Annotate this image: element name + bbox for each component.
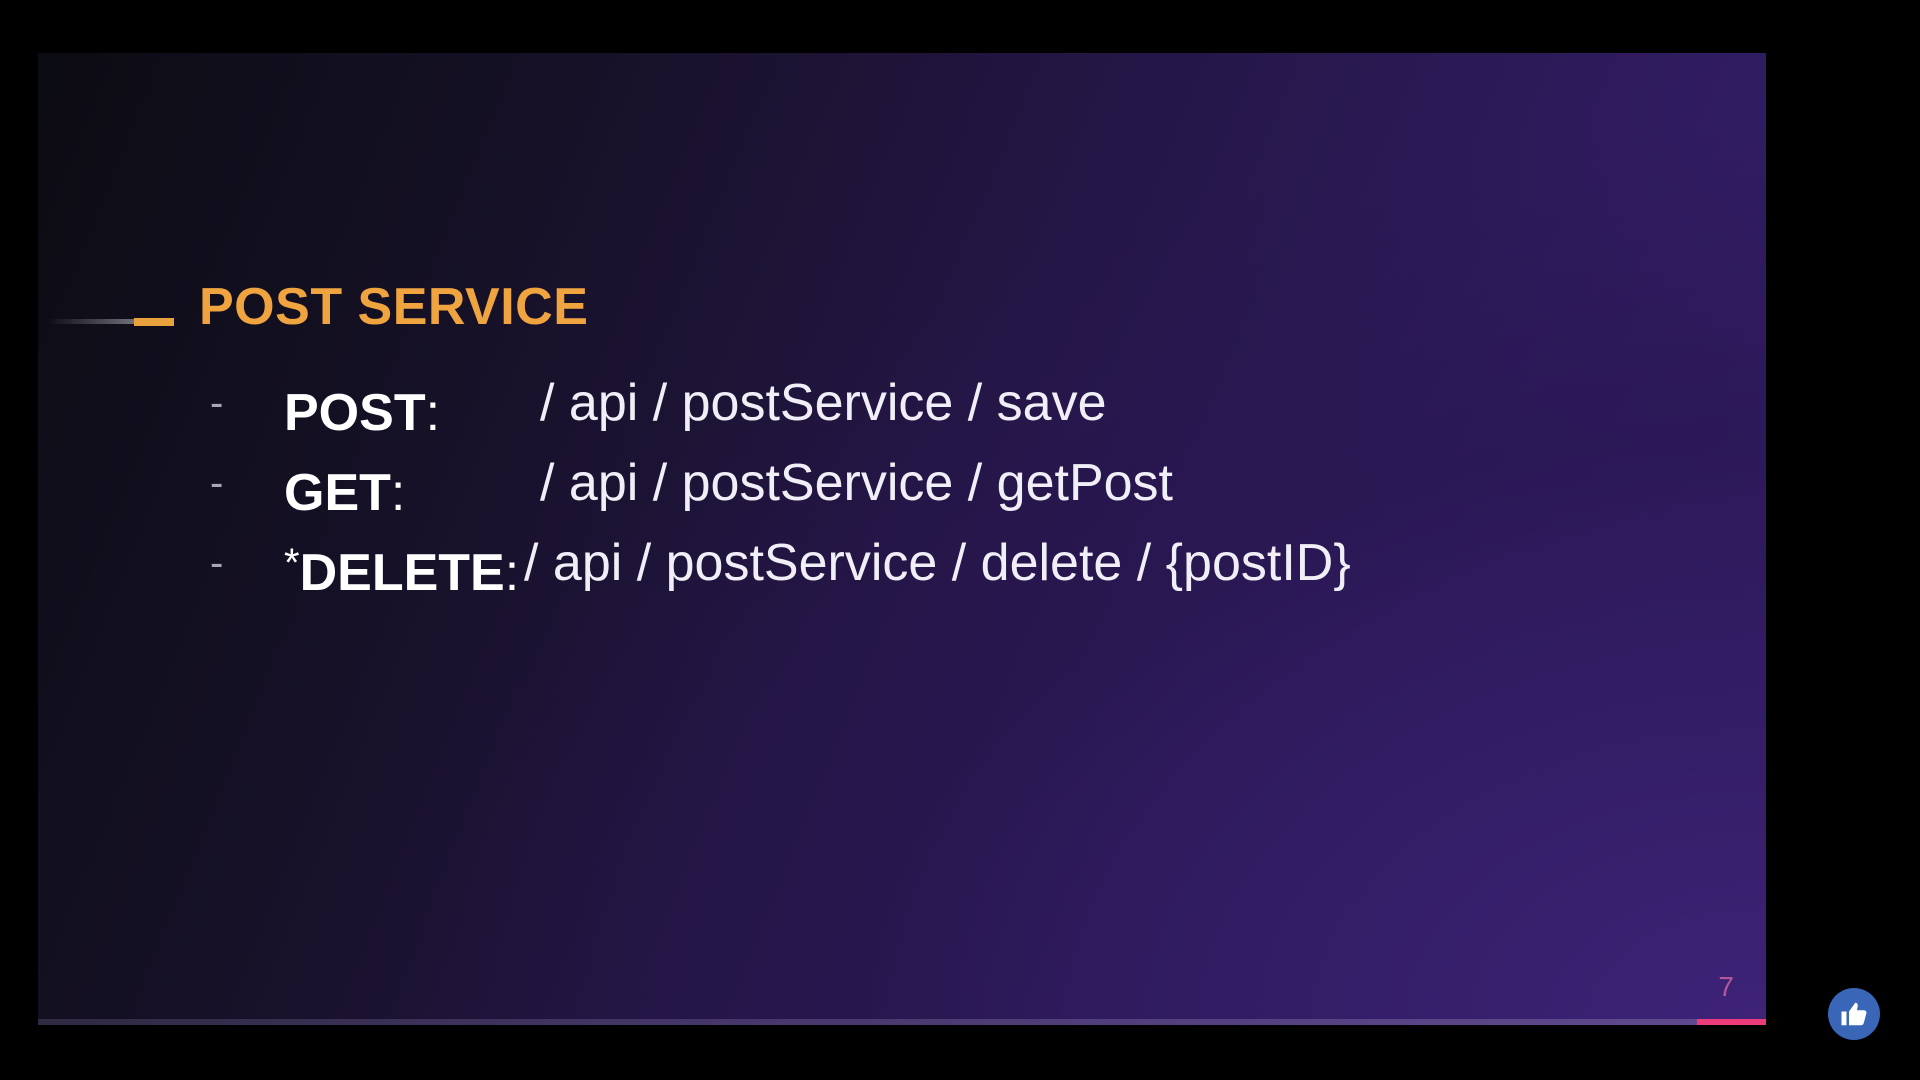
list-bullet: - (210, 381, 224, 425)
endpoint-path: / api / postService / delete / {postID} (524, 534, 1351, 592)
thumbs-up-icon (1841, 1002, 1867, 1026)
slide-heading: POST SERVICE (38, 275, 1038, 339)
list-bullet: - (210, 461, 224, 505)
method-colon: : (425, 384, 441, 442)
video-viewport: POST SERVICE - POST: / api / postService… (0, 0, 1920, 1080)
method-prefix: * (284, 541, 300, 585)
method-name: GET (284, 464, 391, 522)
heading-accent-dash (134, 318, 174, 326)
slide-page-number: 7 (1718, 971, 1734, 1002)
http-method-label: *DELETE: (284, 523, 519, 613)
list-bullet: - (210, 541, 224, 585)
method-name: POST (284, 384, 426, 442)
heading-accent-line (48, 319, 138, 324)
endpoint-path: / api / postService / save (540, 374, 1107, 432)
method-colon: : (504, 544, 520, 602)
http-method-label: POST: (284, 363, 440, 453)
presentation-slide: POST SERVICE - POST: / api / postService… (38, 53, 1766, 1025)
http-method-label: GET: (284, 443, 405, 533)
slide-progress-fill (1696, 1019, 1766, 1025)
like-button[interactable] (1828, 988, 1880, 1040)
method-colon: : (390, 464, 406, 522)
slide-progress-track (38, 1019, 1766, 1025)
slide-title: POST SERVICE (199, 278, 589, 336)
endpoint-path: / api / postService / getPost (540, 454, 1173, 512)
method-name: DELETE (299, 544, 505, 602)
